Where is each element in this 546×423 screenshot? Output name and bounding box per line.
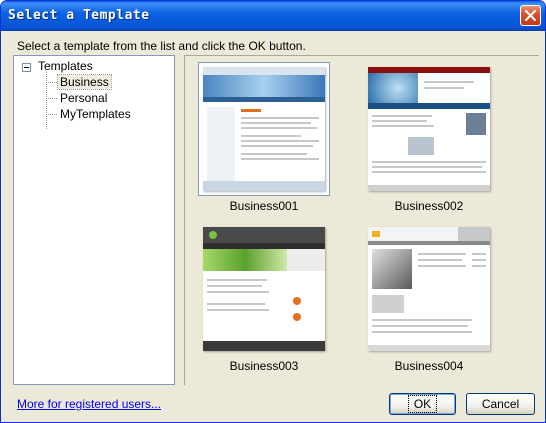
template-name: Business004	[394, 359, 464, 373]
window-title: Select a Template	[8, 8, 150, 23]
tree-connector	[46, 114, 57, 115]
tree-connector	[46, 82, 57, 83]
ok-button-label: OK	[407, 395, 438, 413]
template-name: Business003	[229, 359, 299, 373]
thumbnail-frame	[198, 62, 330, 196]
instruction-text: Select a template from the list and clic…	[17, 39, 306, 53]
template-tile-business001[interactable]: Business001	[198, 62, 330, 213]
template-name: Business001	[229, 199, 299, 213]
template-thumbnail	[368, 67, 490, 191]
title-bar[interactable]: Select a Template	[1, 1, 545, 31]
tree-item-personal[interactable]: Personal	[58, 91, 109, 105]
template-category-tree[interactable]: Templates Business Personal MyTemplates	[13, 55, 175, 385]
thumbnail-frame	[363, 222, 495, 356]
template-thumbnail	[203, 67, 325, 191]
template-tile-business002[interactable]: Business002	[363, 62, 495, 213]
template-thumbnail	[368, 227, 490, 351]
tree-connector	[46, 72, 47, 129]
template-tile-business004[interactable]: Business004	[363, 222, 495, 373]
thumbnail-frame	[363, 62, 495, 196]
template-tile-business003[interactable]: Business003	[198, 222, 330, 373]
template-name: Business002	[394, 199, 464, 213]
registered-users-link[interactable]: More for registered users...	[17, 397, 161, 411]
select-template-dialog: Select a Template Select a template from…	[0, 0, 546, 423]
tree-item-mytemplates[interactable]: MyTemplates	[58, 107, 133, 121]
close-button[interactable]	[520, 5, 541, 26]
ok-button[interactable]: OK	[389, 393, 456, 415]
template-gallery[interactable]: Business001 Business002 Business003 Busi…	[184, 55, 539, 385]
tree-item-business[interactable]: Business	[57, 74, 112, 90]
collapse-icon[interactable]	[22, 63, 31, 72]
thumbnail-frame	[198, 222, 330, 356]
close-icon	[525, 10, 536, 21]
cancel-button[interactable]: Cancel	[466, 393, 535, 415]
tree-connector	[46, 98, 57, 99]
cancel-button-label: Cancel	[481, 397, 520, 411]
template-thumbnail	[203, 227, 325, 351]
tree-item-templates[interactable]: Templates	[38, 59, 93, 73]
